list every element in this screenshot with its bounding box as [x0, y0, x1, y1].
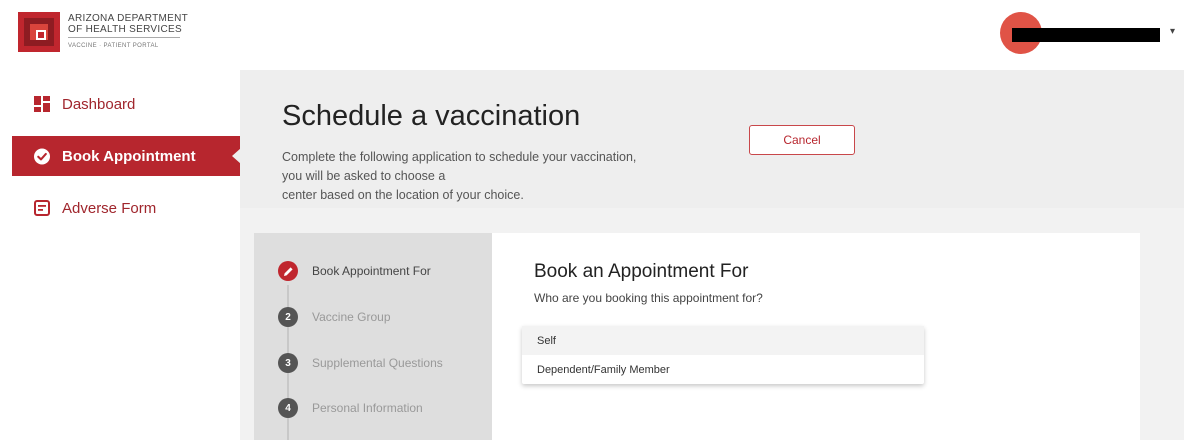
chevron-down-icon[interactable]: ▾ [1170, 26, 1175, 37]
redacted-username [1012, 28, 1160, 42]
adhs-logo[interactable]: ARIZONA DEPARTMENT OF HEALTH SERVICES VA… [18, 10, 198, 54]
adhs-logo-icon [18, 12, 60, 52]
dashboard-icon [34, 96, 50, 112]
step-number: 3 [278, 353, 298, 373]
appointment-card: Book an Appointment For Who are you book… [492, 233, 1140, 440]
description-line: Complete the following application to sc… [282, 150, 637, 164]
sidebar-item-adverse-form[interactable]: Adverse Form [12, 188, 240, 228]
option-self[interactable]: Self [522, 326, 924, 355]
description-line: you will be asked to choose a [282, 169, 446, 183]
step-number: 4 [278, 398, 298, 418]
step-personal-information[interactable]: 4 Personal Information [278, 396, 423, 420]
check-circle-icon [34, 148, 50, 164]
step-label: Vaccine Group [312, 310, 391, 324]
card-title: Book an Appointment For [534, 261, 749, 282]
sidebar-item-label: Adverse Form [62, 199, 157, 217]
logo-divider [68, 36, 180, 38]
logo-text: ARIZONA DEPARTMENT OF HEALTH SERVICES VA… [68, 13, 188, 52]
step-label: Book Appointment For [312, 264, 431, 278]
step-vaccine-group[interactable]: 2 Vaccine Group [278, 305, 391, 329]
card-subtitle: Who are you booking this appointment for… [534, 291, 763, 305]
cancel-button[interactable]: Cancel [749, 125, 855, 155]
sidebar-item-label: Book Appointment [62, 147, 196, 165]
sidebar-item-label: Dashboard [62, 95, 136, 113]
appointment-for-dropdown[interactable]: Self Dependent/Family Member [522, 326, 924, 384]
stepper: Book Appointment For 2 Vaccine Group 3 S… [254, 233, 492, 440]
page-title: Schedule a vaccination [282, 100, 581, 132]
sidebar: Dashboard Book Appointment Adverse Form [0, 70, 241, 440]
logo-line-1: ARIZONA DEPARTMENT [68, 12, 189, 24]
page-description: Complete the following application to sc… [282, 148, 722, 205]
top-header: ARIZONA DEPARTMENT OF HEALTH SERVICES VA… [0, 0, 1184, 70]
pencil-icon [278, 261, 298, 281]
step-supplemental-questions[interactable]: 3 Supplemental Questions [278, 351, 443, 375]
main-content: Schedule a vaccination Complete the foll… [240, 70, 1184, 440]
step-number: 2 [278, 307, 298, 327]
sidebar-item-book-appointment[interactable]: Book Appointment [12, 136, 241, 176]
option-dependent-family-member[interactable]: Dependent/Family Member [522, 355, 924, 384]
logo-line-2: OF HEALTH SERVICES [68, 23, 182, 35]
user-menu[interactable]: ▾ [1000, 12, 1184, 56]
step-label: Supplemental Questions [312, 356, 443, 370]
description-line: center based on the location of your cho… [282, 188, 524, 202]
step-label: Personal Information [312, 401, 423, 415]
logo-line-3: VACCINE · PATIENT PORTAL [68, 42, 159, 49]
form-icon [34, 200, 50, 216]
sidebar-item-dashboard[interactable]: Dashboard [12, 84, 240, 124]
step-book-appointment-for[interactable]: Book Appointment For [278, 259, 431, 283]
